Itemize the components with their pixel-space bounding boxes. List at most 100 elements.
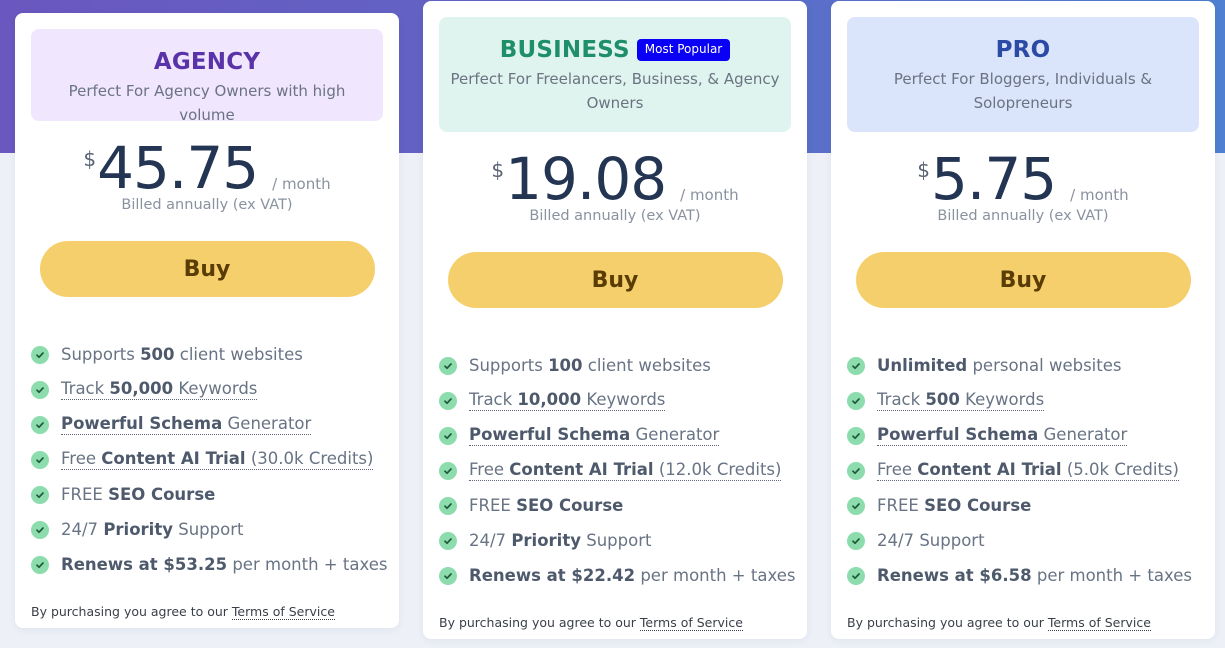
feature-text[interactable]: Track 50,000 Keywords (61, 379, 258, 400)
buy-button[interactable]: Buy (39, 241, 375, 297)
check-circle-icon (439, 496, 457, 515)
feature-text-highlight: 50,000 (109, 379, 174, 398)
feature-text-suffix: Keywords (581, 390, 666, 409)
feature-text-suffix: per month + taxes (635, 566, 796, 585)
feature-item: Renews at $6.58 per month + taxes (847, 558, 1215, 593)
plan-description: Perfect For Agency Owners with high volu… (68, 82, 346, 124)
currency-symbol: $ (83, 147, 97, 171)
feature-text: Supports 100 client websites (469, 356, 711, 375)
feature-text-suffix: Support (172, 520, 244, 539)
terms-of-service-link[interactable]: Terms of Service (639, 615, 743, 631)
plan-name: AGENCY (153, 49, 261, 75)
feature-text-highlight: SEO Course (516, 496, 624, 515)
check-circle-icon (439, 566, 457, 585)
feature-item: Renews at $53.25 per month + taxes (31, 547, 399, 582)
plan-name: BUSINESS (499, 37, 630, 63)
feature-text-highlight: Renews at $6.58 (877, 566, 1032, 585)
feature-item: Free Content AI Trial (12.0k Credits) (439, 453, 807, 488)
feature-text-suffix: Generator (222, 414, 312, 433)
feature-text-suffix: per month + taxes (1031, 566, 1192, 585)
feature-text-prefix: 24/7 (877, 531, 920, 550)
feature-text: Supports 500 client websites (61, 345, 303, 364)
billing-note: Billed annually (ex VAT) (937, 208, 1109, 224)
terms-note: By purchasing you agree to our Terms of … (439, 615, 807, 631)
feature-text: FREE SEO Course (61, 485, 215, 504)
feature-item: Free Content AI Trial (30.0k Credits) (31, 442, 399, 477)
feature-text[interactable]: Track 500 Keywords (877, 390, 1045, 411)
feature-item: FREE SEO Course (439, 488, 807, 523)
feature-item: Supports 500 client websites (31, 337, 399, 372)
feature-text[interactable]: Free Content AI Trial (5.0k Credits) (877, 460, 1179, 481)
feature-text-prefix: FREE (877, 496, 925, 515)
feature-text-highlight: 500 (140, 345, 175, 364)
feature-text-highlight: Content AI Trial (509, 460, 654, 479)
feature-item: Unlimited personal websites (847, 348, 1215, 383)
buy-button[interactable]: Buy (855, 252, 1191, 308)
feature-text[interactable]: Powerful Schema Generator (61, 414, 312, 435)
terms-note: By purchasing you agree to our Terms of … (847, 615, 1215, 631)
buy-button[interactable]: Buy (447, 252, 783, 308)
feature-text: 24/7 Priority Support (61, 520, 243, 539)
currency-symbol: $ (491, 158, 505, 182)
feature-text-highlight: Priority (103, 520, 173, 539)
feature-text-prefix: Free (61, 449, 102, 468)
price-period: / month (272, 175, 331, 193)
feature-text: FREE SEO Course (469, 496, 623, 515)
price-amount: 5.75 (931, 145, 1057, 213)
feature-item: FREE SEO Course (847, 488, 1215, 523)
check-circle-icon (31, 485, 49, 504)
feature-text[interactable]: Free Content AI Trial (12.0k Credits) (469, 460, 782, 481)
feature-text-highlight: Content AI Trial (101, 449, 246, 468)
feature-text: Renews at $22.42 per month + taxes (469, 566, 795, 585)
price-block: $ 45.75 / month Billed annually (ex VAT) (15, 139, 399, 219)
feature-text-highlight: SEO Course (924, 496, 1032, 515)
plan-description: Perfect For Freelancers, Business, & Age… (450, 70, 780, 112)
feature-text[interactable]: Powerful Schema Generator (469, 425, 720, 446)
feature-text[interactable]: Powerful Schema Generator (877, 425, 1128, 446)
feature-text: Renews at $6.58 per month + taxes (877, 566, 1192, 585)
feature-text-highlight: Priority (511, 531, 581, 550)
plan-card-business: BUSINESS Most Popular Perfect For Freela… (423, 1, 807, 639)
terms-of-service-link[interactable]: Terms of Service (231, 604, 335, 620)
feature-text-suffix: Generator (630, 425, 720, 444)
feature-text-highlight: Unlimited (877, 356, 968, 375)
feature-item: 24/7 Priority Support (31, 512, 399, 547)
check-circle-icon (847, 531, 865, 550)
terms-of-service-link[interactable]: Terms of Service (1047, 615, 1151, 631)
feature-text-highlight: Powerful Schema (877, 425, 1039, 444)
check-circle-icon (31, 415, 49, 434)
feature-text[interactable]: Track 10,000 Keywords (469, 390, 666, 411)
feature-item: Powerful Schema Generator (847, 418, 1215, 453)
feature-text-prefix: Track (877, 390, 926, 409)
check-circle-icon (439, 531, 457, 550)
feature-text: 24/7 Support (877, 531, 985, 550)
price-amount: 19.08 (505, 145, 667, 213)
feature-text[interactable]: Free Content AI Trial (30.0k Credits) (61, 449, 374, 470)
feature-text: Unlimited personal websites (877, 356, 1121, 375)
terms-text: By purchasing you agree to our (847, 615, 1048, 630)
check-circle-icon (31, 450, 49, 469)
check-circle-icon (847, 566, 865, 585)
plan-card-pro: PRO Perfect For Bloggers, Individuals & … (831, 1, 1215, 639)
feature-item: Powerful Schema Generator (31, 407, 399, 442)
feature-text-suffix: (30.0k Credits) (245, 449, 374, 468)
check-circle-icon (31, 345, 49, 364)
feature-text-highlight: 500 (925, 390, 960, 409)
check-circle-icon (847, 461, 865, 480)
check-circle-icon (439, 461, 457, 480)
feature-text-highlight: Renews at $53.25 (61, 555, 228, 574)
plan-description: Perfect For Bloggers, Individuals & Solo… (893, 70, 1153, 112)
feature-text-prefix: Free (469, 460, 510, 479)
check-circle-icon (847, 391, 865, 410)
feature-text-suffix: per month + taxes (227, 555, 388, 574)
feature-text-prefix: Supports (61, 345, 141, 364)
feature-list: Supports 100 client websites Track 10,000… (439, 348, 807, 593)
feature-text-highlight: SEO Course (108, 485, 216, 504)
feature-text-suffix: Keywords (959, 390, 1045, 409)
feature-item: Track 50,000 Keywords (31, 372, 399, 407)
billing-note: Billed annually (ex VAT) (529, 208, 701, 224)
feature-text-highlight: Content AI Trial (917, 460, 1062, 479)
feature-list: Unlimited personal websites Track 500 Key… (847, 348, 1215, 593)
feature-list: Supports 500 client websites Track 50,000… (31, 337, 399, 582)
feature-item: FREE SEO Course (31, 477, 399, 512)
